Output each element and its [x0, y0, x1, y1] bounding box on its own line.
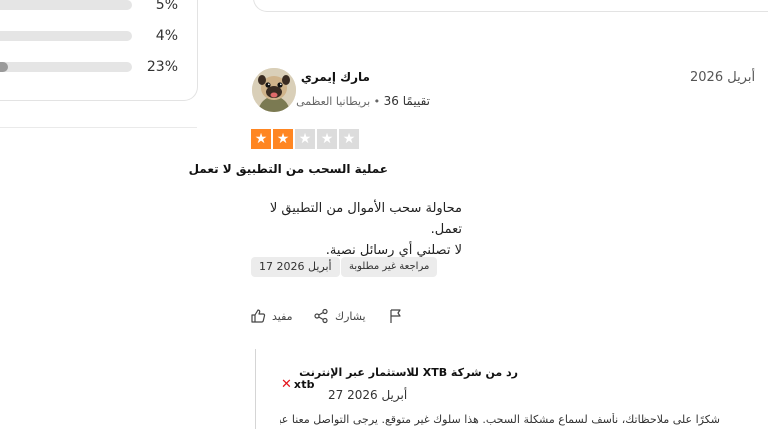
share-button[interactable]: يشارك	[313, 305, 366, 327]
helpful-button[interactable]: مفيد	[250, 305, 293, 327]
reply-body: شكرًا على ملاحظاتك، نأسف لسماع مشكلة الس…	[280, 413, 720, 426]
star-empty-icon: ★	[317, 129, 337, 149]
star-filled-icon: ★	[251, 129, 271, 149]
reviewer-country: بريطانيا العظمى	[296, 95, 371, 108]
experience-date-tag: 17 أبريل 2026	[251, 257, 340, 277]
review-title[interactable]: عملية السحب من التطبيق لا تعمل	[189, 162, 388, 176]
star-empty-icon: ★	[339, 129, 359, 149]
flag-icon	[390, 309, 401, 323]
share-label: يشارك	[335, 309, 366, 323]
review-date: 2026 أبريل	[690, 70, 756, 85]
helpful-label: مفيد	[272, 309, 293, 323]
reply-title: رد من شركة XTB للاستثمار عبر الإنترنت	[299, 366, 518, 379]
review-body: محاولة سحب الأموال من التطبيق لا تعمل. ل…	[250, 198, 462, 261]
share-icon	[314, 308, 328, 324]
reviewer-name[interactable]: مارك إيمري	[300, 70, 370, 84]
star-rating: ★ ★ ★ ★ ★	[251, 129, 359, 149]
reviewer-meta: تقييمًا 36 • بريطانيا العظمى	[296, 94, 430, 108]
xtb-x-mark-icon: ✕	[281, 376, 292, 392]
review-card: 2026 أبريل مارك إيمري تقييمًا 36 • بريطا…	[0, 0, 768, 429]
reply-thread-line	[255, 349, 256, 429]
review-body-line: محاولة سحب الأموال من التطبيق لا تعمل.	[269, 201, 462, 237]
report-button[interactable]	[388, 305, 404, 327]
review-type-tag[interactable]: مراجعة غير مطلوبة	[341, 257, 438, 277]
reply-date: 27 أبريل 2026	[328, 388, 408, 402]
reviewer-review-count: تقييمًا 36	[383, 94, 430, 108]
star-filled-icon: ★	[273, 129, 293, 149]
company-logo-text: xtb	[293, 377, 315, 391]
reviewer-avatar[interactable]	[252, 68, 296, 112]
star-empty-icon: ★	[295, 129, 315, 149]
thumbs-up-icon	[251, 309, 266, 323]
meta-separator: •	[373, 95, 381, 108]
pug-avatar-icon	[252, 68, 296, 112]
